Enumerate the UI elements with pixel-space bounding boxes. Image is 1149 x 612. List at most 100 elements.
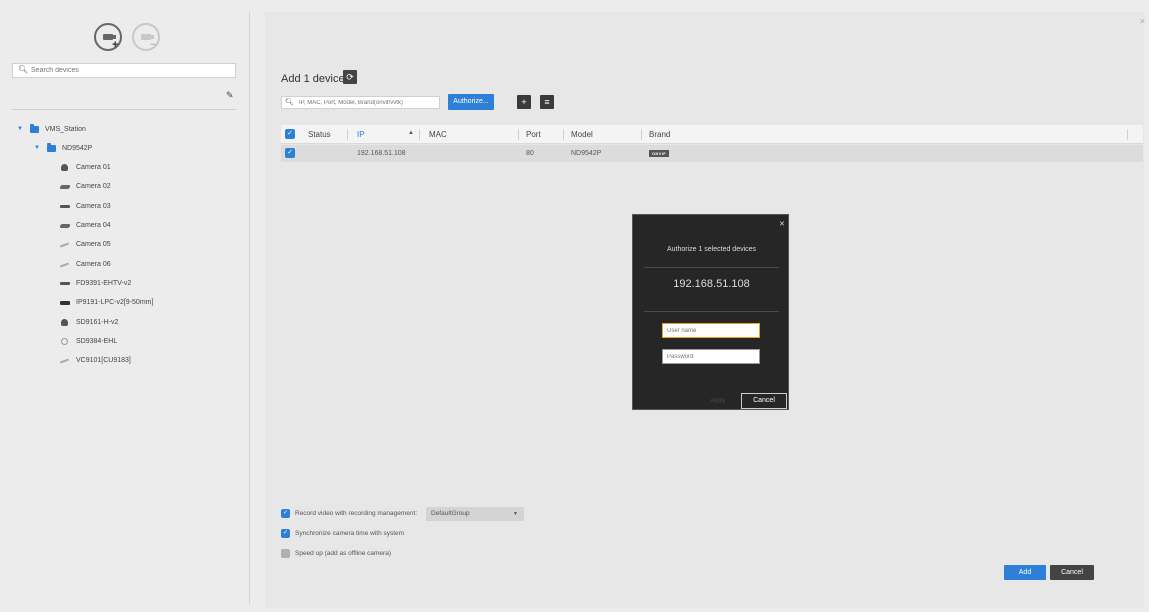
tree-item-label: Camera 05 [76, 241, 111, 249]
add-list-button[interactable]: ≡ [540, 95, 554, 109]
col-status[interactable]: Status [308, 130, 331, 139]
tree-item[interactable]: Camera 03 [60, 200, 111, 212]
plus-icon: + [112, 39, 119, 51]
device-search-input[interactable] [31, 65, 231, 76]
tree-item[interactable]: Camera 04 [59, 220, 111, 232]
password-field[interactable] [662, 349, 760, 364]
col-ip[interactable]: IP [357, 130, 365, 139]
recording-group-select[interactable]: DefaultGroup ▼ [426, 507, 524, 521]
expand-arrow-icon[interactable]: ▼ [34, 145, 40, 151]
tree-item[interactable]: Camera 06 [59, 258, 111, 270]
add-camera-button[interactable]: + [94, 23, 122, 51]
sync-time-checkbox[interactable]: ✓ [281, 529, 290, 538]
tree-item[interactable]: Camera 05 [59, 239, 111, 251]
sort-asc-icon: ▲ [408, 130, 414, 136]
device-filter: 🔍︎ [281, 96, 440, 109]
tree-item-label: FD9391-EHTV-v2 [76, 279, 132, 287]
bullet-camera-icon [59, 183, 71, 190]
device-search: 🔍︎ [12, 63, 236, 78]
col-mac[interactable]: MAC [429, 130, 447, 139]
refresh-icon: ⟳ [346, 72, 354, 82]
tree-item-label: VMS_Station [45, 125, 86, 133]
remove-camera-button[interactable]: − [132, 23, 160, 51]
box-camera-icon [60, 299, 70, 306]
tree-item-label: Camera 03 [76, 202, 111, 210]
tree-item[interactable]: SD9384-EHL [60, 335, 117, 347]
row-model: ND9542P [571, 150, 602, 157]
panel-divider [249, 12, 250, 604]
flat-camera-icon [60, 203, 70, 210]
speed-up-label: Speed up (add as offline camera) [295, 550, 391, 557]
edit-pencil-icon[interactable]: ✎ [226, 90, 234, 101]
divider [644, 267, 779, 268]
record-label: Record video with recording management: [295, 510, 418, 517]
select-all-checkbox[interactable]: ✓ [285, 129, 295, 139]
table-row[interactable]: ✓ 192.168.51.108 80 ND9542P ONVIF [281, 145, 1143, 162]
tree-item-label: Camera 06 [76, 260, 111, 268]
authorize-dialog: ✕ Authorize 1 selected devices 192.168.5… [632, 214, 789, 410]
flat-camera-icon [60, 280, 70, 287]
dialog-title: Authorize 1 selected devices [666, 246, 757, 253]
search-icon: 🔍︎ [285, 99, 294, 106]
tree-item[interactable]: Camera 01 [60, 162, 111, 174]
record-checkbox[interactable]: ✓ [281, 509, 290, 518]
apply-button[interactable]: Apply [698, 393, 738, 409]
page-title: Add 1 devices [281, 73, 351, 85]
dome-camera-icon [60, 164, 70, 172]
speed-up-checkbox[interactable] [281, 549, 290, 558]
tree-item-label: SD9161-H-v2 [76, 318, 119, 326]
speed-up-option[interactable]: Speed up (add as offline camera) [281, 549, 391, 558]
tree-item-label: SD9384-EHL [76, 337, 118, 345]
tree-item[interactable]: Camera 02 [59, 181, 111, 193]
sync-time-option[interactable]: ✓ Synchronize camera time with system [281, 529, 404, 538]
row-port: 80 [526, 150, 534, 157]
recording-group-value: DefaultGroup [431, 510, 470, 517]
plus-icon: + [521, 97, 527, 107]
authorize-button[interactable]: Authorize... [448, 94, 494, 110]
device-filter-input[interactable] [299, 98, 439, 108]
col-port[interactable]: Port [526, 130, 541, 139]
col-model[interactable]: Model [571, 130, 593, 139]
close-icon[interactable]: ✕ [1139, 17, 1146, 26]
add-device-button[interactable]: + [517, 95, 531, 109]
add-button[interactable]: Add [1004, 565, 1046, 580]
dialog-cancel-button[interactable]: Cancel [741, 393, 787, 409]
disabled-camera-icon [59, 357, 70, 364]
tree-item[interactable]: IP9191-LPC-v2[9-50mm] [60, 297, 153, 309]
tree-item-label: Camera 02 [76, 183, 111, 191]
tree-item-label: Camera 04 [76, 222, 111, 229]
record-option[interactable]: ✓ Record video with recording management… [281, 509, 417, 518]
tree-item[interactable]: FD9391-EHTV-v2 [60, 277, 131, 289]
fisheye-camera-icon [60, 337, 70, 345]
list-icon: ≡ [544, 97, 550, 107]
disabled-camera-icon [59, 261, 70, 268]
username-field[interactable] [662, 323, 760, 338]
tree-item-label: VC9101[CU9183] [76, 357, 131, 365]
divider [644, 311, 779, 312]
tree-item-label: Camera 01 [76, 164, 111, 172]
col-brand[interactable]: Brand [649, 130, 670, 139]
refresh-button[interactable]: ⟳ [343, 70, 357, 84]
row-ip: 192.168.51.108 [357, 150, 406, 157]
tree-item[interactable]: ▼ VMS_Station [17, 123, 86, 135]
onvif-brand-badge: ONVIF [649, 150, 669, 157]
bullet-camera-icon [59, 222, 71, 229]
dome-camera-icon [60, 318, 70, 326]
search-icon: 🔍︎ [18, 65, 29, 74]
folder-icon [30, 123, 39, 133]
row-checkbox[interactable]: ✓ [285, 148, 295, 158]
sync-time-label: Synchronize camera time with system [295, 530, 405, 537]
tree-item[interactable]: ▼ ND9542P [34, 142, 92, 154]
device-tree-panel: + − 🔍︎ ✎ ▼ VMS_Station ▼ ND9542P Camera 01 Ca… [0, 0, 252, 612]
close-icon[interactable]: ✕ [779, 220, 785, 228]
device-table-header: ✓ Status IP ▲ MAC Port Model Brand [281, 125, 1143, 144]
tree-item-label: ND9542P [62, 144, 93, 152]
folder-icon [47, 142, 56, 152]
tree-item-label: IP9191-LPC-v2[9-50mm] [76, 299, 154, 307]
cancel-button[interactable]: Cancel [1050, 565, 1094, 580]
expand-arrow-icon[interactable]: ▼ [17, 126, 23, 132]
tree-item[interactable]: SD9161-H-v2 [60, 316, 118, 328]
divider [12, 109, 236, 110]
tree-item[interactable]: VC9101[CU9183] [59, 355, 131, 367]
minus-icon: − [150, 39, 157, 51]
